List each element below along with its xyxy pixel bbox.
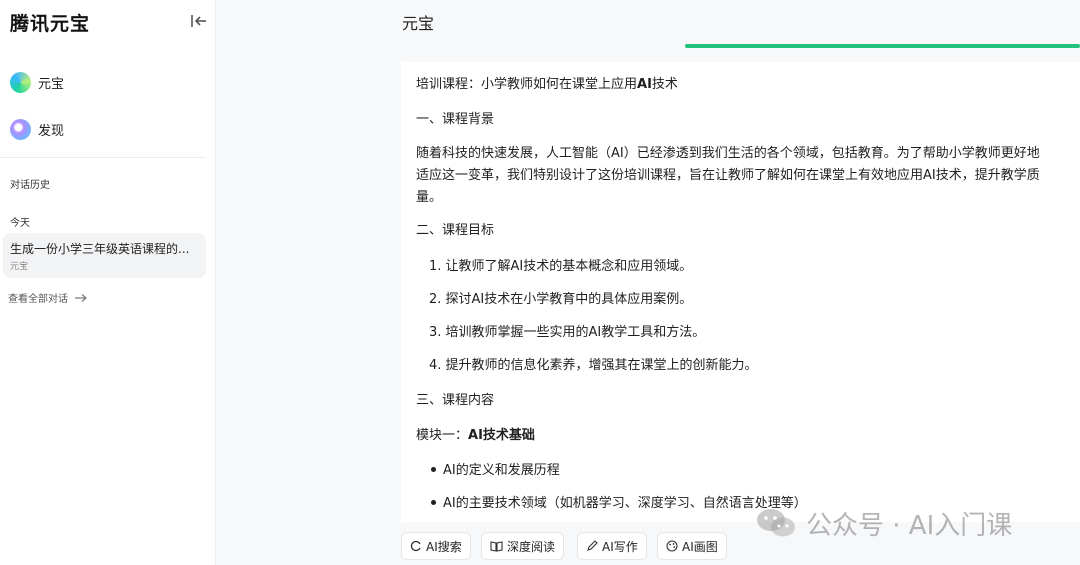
wechat-logo-icon bbox=[757, 509, 795, 537]
arrow-right-icon bbox=[75, 293, 87, 302]
paragraph-line: 随着科技的快速发展，人工智能（AI）已经渗透到我们生活的各个领域，包括教育。为了… bbox=[416, 146, 1040, 161]
collapse-left-icon bbox=[191, 15, 206, 27]
list-item: 1. 让教师了解AI技术的基本概念和应用领域。 bbox=[429, 259, 693, 274]
heading-tail-text: 技术 bbox=[651, 77, 678, 92]
list-item: 3. 培训教师掌握一些实用的AI教学工具和方法。 bbox=[429, 325, 706, 340]
message-content: 培训课程：小学教师如何在课堂上应用AI技术 一、课程背景 随着科技的快速发展，人… bbox=[401, 62, 1080, 522]
content-heading: 培训课程：小学教师如何在课堂上应用AI技术 bbox=[416, 73, 678, 92]
list-item: AI的定义和发展历程 bbox=[431, 459, 560, 478]
history-item[interactable]: 生成一份小学三年级英语课程的... 元宝 bbox=[3, 233, 206, 278]
nav-item-discover[interactable]: 发现 bbox=[10, 116, 64, 142]
button-label: AI画图 bbox=[682, 539, 718, 554]
discover-sparkle-icon bbox=[10, 118, 31, 140]
section-heading: 二、课程目标 bbox=[416, 223, 495, 238]
section-heading: 三、课程内容 bbox=[416, 393, 495, 408]
paragraph-line: 量。 bbox=[416, 190, 443, 205]
yuanbao-logo-icon bbox=[10, 71, 31, 93]
module-heading: 模块一：AI技术基础 bbox=[416, 424, 535, 443]
history-group-today: 今天 bbox=[10, 218, 30, 229]
view-all-label: 查看全部对话 bbox=[8, 294, 68, 305]
nav-item-label: 元宝 bbox=[38, 76, 65, 92]
nav-item-yuanbao[interactable]: 元宝 bbox=[10, 69, 64, 95]
button-label: 深度阅读 bbox=[507, 539, 556, 554]
module-bold-text: AI技术基础 bbox=[468, 428, 535, 443]
section-heading: 一、课程背景 bbox=[416, 112, 495, 127]
palette-icon bbox=[666, 540, 678, 552]
paragraph-line: 适应这一变革，我们特别设计了这份培训课程，旨在让教师了解如何在课堂上有效地应用A… bbox=[416, 168, 1040, 183]
pen-icon bbox=[587, 540, 598, 551]
watermark: 公众号 · AI入门课 bbox=[754, 503, 1012, 543]
deep-reading-button[interactable]: 深度阅读 bbox=[481, 532, 565, 560]
ai-search-icon bbox=[410, 540, 421, 552]
history-item-title: 生成一份小学三年级英语课程的... bbox=[10, 242, 190, 256]
heading-text: 培训课程：小学教师如何在课堂上应用 bbox=[416, 77, 638, 92]
list-item: 4. 提升教师的信息化素养，增强其在课堂上的创新能力。 bbox=[429, 358, 758, 373]
sidebar-divider bbox=[0, 157, 206, 158]
brand-title: 腾讯元宝 bbox=[10, 13, 91, 35]
module-prefix: 模块一： bbox=[416, 428, 469, 443]
view-all-conversations-link[interactable]: 查看全部对话 bbox=[8, 290, 88, 305]
list-item: AI的主要技术领域（如机器学习、深度学习、自然语言处理等） bbox=[431, 492, 807, 511]
book-open-icon bbox=[490, 541, 503, 552]
history-section-title: 对话历史 bbox=[10, 180, 50, 191]
button-label: AI写作 bbox=[602, 539, 638, 554]
history-item-subtitle: 元宝 bbox=[10, 262, 29, 272]
ai-writing-button[interactable]: AI写作 bbox=[577, 532, 647, 560]
progress-bar bbox=[685, 44, 1080, 48]
list-item: 2. 探讨AI技术在小学教育中的具体应用案例。 bbox=[429, 292, 693, 307]
page-title: 元宝 bbox=[402, 14, 435, 33]
heading-bold-text: AI bbox=[637, 77, 652, 92]
ai-search-button[interactable]: AI搜索 bbox=[401, 532, 471, 560]
watermark-text: 公众号 · AI入门课 bbox=[806, 510, 1013, 541]
sidebar: 腾讯元宝 元宝 发现 对话历史 今天 生成一份小学三年级英语课程的... 元宝 … bbox=[0, 0, 216, 565]
ai-drawing-button[interactable]: AI画图 bbox=[657, 532, 727, 560]
button-label: AI搜索 bbox=[426, 539, 462, 554]
collapse-sidebar-button[interactable] bbox=[188, 11, 210, 31]
nav-item-label: 发现 bbox=[38, 123, 65, 139]
background-paragraph: 随着科技的快速发展，人工智能（AI）已经渗透到我们生活的各个领域，包括教育。为了… bbox=[416, 143, 1080, 209]
